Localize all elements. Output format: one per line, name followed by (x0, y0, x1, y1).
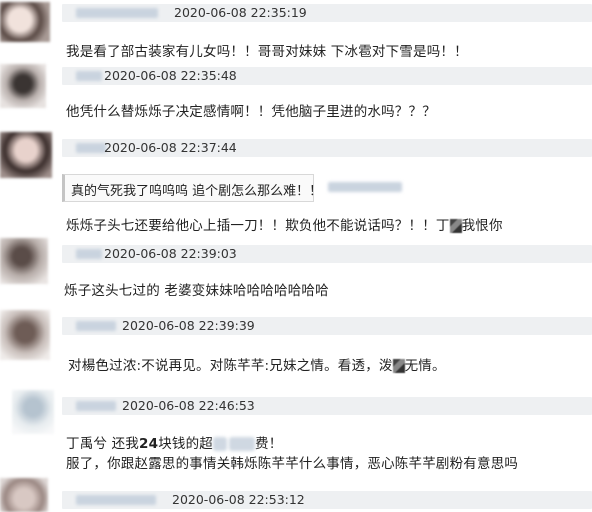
comment-text: 对楊色过浓:不说再见。对陈芊芊:兄妹之情。看透，泼 无情。 (68, 354, 446, 374)
censor-mosaic (449, 219, 462, 233)
username-blurred[interactable] (76, 8, 158, 18)
comment-text: 他凭什么替烁烁子决定感情啊！！凭他脑子里进的水吗？？？ (66, 104, 436, 120)
comment-meta: 2020-06-08 22:53:12 (62, 491, 592, 509)
comment-meta: 2020-06-08 22:35:19 (62, 4, 592, 22)
censor-mosaic (392, 359, 405, 373)
avatar[interactable] (0, 132, 52, 178)
comment-text: 我是看了部古装家有儿女吗！！哥哥对妹妹 下冰雹对下雪是吗！！ (66, 44, 468, 60)
timestamp: 2020-06-08 22:35:48 (104, 68, 237, 83)
comment-text-part: 24 (139, 436, 159, 452)
avatar[interactable] (0, 2, 50, 42)
timestamp: 2020-06-08 22:53:12 (172, 492, 305, 507)
comment-text: 烁子这头七过的 老婆变妹妹哈哈哈哈哈哈哈 (64, 283, 329, 299)
comment-text-part: 我恨你 (461, 218, 503, 234)
username-blurred[interactable] (76, 143, 106, 153)
username-blurred[interactable] (76, 401, 116, 411)
comment-meta: 2020-06-08 22:37:44 (62, 139, 592, 157)
comment-meta: 2020-06-08 22:39:39 (62, 317, 592, 335)
avatar[interactable] (12, 390, 54, 434)
avatar[interactable] (0, 238, 48, 284)
quoted-text: 真的气死我了呜呜呜 追个剧怎么那么难！！ (71, 184, 323, 199)
comment-text-line-2: 服了，你跟赵露思的事情关韩烁陈芊芊什么事情，恶心陈芊芊剧粉有意思吗 (66, 456, 519, 472)
timestamp: 2020-06-08 22:46:53 (122, 398, 255, 413)
comment-text: 丁禹兮 还我24块钱的超 费！ (66, 432, 282, 452)
censor-blur (229, 437, 255, 451)
username-blurred[interactable] (76, 495, 156, 505)
timestamp: 2020-06-08 22:37:44 (104, 140, 237, 155)
censor-blur (213, 437, 227, 451)
comment-text-part: 烁烁子头七还要给他心上插一刀！！欺负他不能说话吗？！！丁 (66, 218, 450, 234)
username-blurred[interactable] (76, 321, 116, 331)
comment-text-part: 块钱的超 (158, 436, 213, 452)
comment-meta: 2020-06-08 22:46:53 (62, 397, 592, 415)
comment-text-part: 对楊色过浓:不说再见。对陈芊芊:兄妹之情。看透，泼 (68, 358, 393, 374)
comment-text-part: 丁禹兮 还我 (66, 436, 139, 452)
comment-text-part: 费！ (255, 436, 283, 452)
timestamp: 2020-06-08 22:35:19 (174, 5, 307, 20)
avatar[interactable] (0, 478, 48, 512)
avatar[interactable] (0, 64, 46, 108)
avatar[interactable] (0, 310, 50, 360)
quoted-username-blurred[interactable] (328, 182, 402, 192)
comment-text: 烁烁子头七还要给他心上插一刀！！欺负他不能说话吗？！！丁 我恨你 (66, 214, 503, 234)
comment-meta: 2020-06-08 22:39:03 (62, 245, 592, 263)
timestamp: 2020-06-08 22:39:03 (104, 246, 237, 261)
comment-text-part: 无情。 (404, 358, 446, 374)
comment-meta: 2020-06-08 22:35:48 (62, 67, 592, 85)
username-blurred[interactable] (76, 249, 102, 259)
username-blurred[interactable] (76, 71, 102, 81)
timestamp: 2020-06-08 22:39:39 (122, 318, 255, 333)
quoted-reply: 真的气死我了呜呜呜 追个剧怎么那么难！！ (62, 174, 322, 202)
